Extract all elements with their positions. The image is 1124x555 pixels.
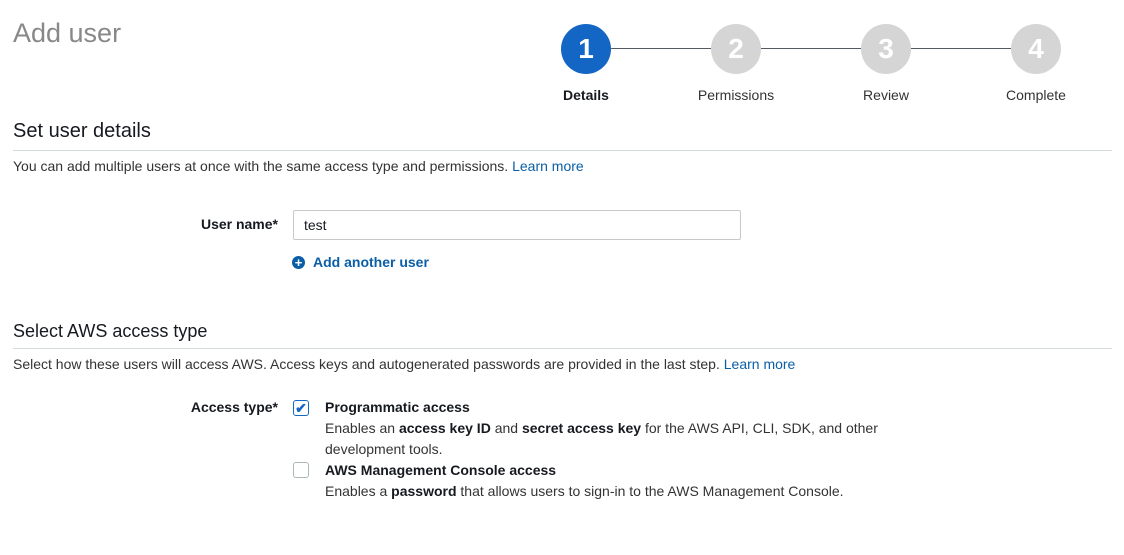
user-details-title: Set user details xyxy=(13,120,151,142)
step-2-label: Permissions xyxy=(697,87,775,103)
console-access-checkbox[interactable] xyxy=(293,462,309,478)
section-divider xyxy=(13,150,1112,151)
step-connector xyxy=(911,48,1011,49)
add-another-user-label: Add another user xyxy=(313,254,429,270)
access-type-title: Select AWS access type xyxy=(13,321,208,341)
desc-text: Enables a xyxy=(325,483,392,499)
user-name-input[interactable] xyxy=(293,210,741,240)
access-type-label: Access type* xyxy=(190,399,278,415)
desc-text: Enables an xyxy=(325,420,399,436)
access-type-description-text: Select how these users will access AWS. … xyxy=(13,356,720,372)
learn-more-link[interactable]: Learn more xyxy=(512,158,584,174)
user-details-description-text: You can add multiple users at once with … xyxy=(13,158,509,174)
step-1-label: Details xyxy=(563,87,609,103)
step-3-label: Review xyxy=(863,87,909,103)
checkmark-icon: ✔ xyxy=(295,400,307,416)
desc-bold: access key ID xyxy=(398,420,491,436)
step-3-circle: 3 xyxy=(861,24,911,74)
programmatic-access-description: Enables an access key ID and secret acce… xyxy=(325,418,915,460)
programmatic-access-checkbox[interactable]: ✔ xyxy=(293,400,309,416)
section-divider xyxy=(13,348,1112,349)
console-access-description: Enables a password that allows users to … xyxy=(325,481,1025,502)
programmatic-access-title: Programmatic access xyxy=(325,399,470,415)
step-2-circle: 2 xyxy=(711,24,761,74)
plus-circle-icon: + xyxy=(292,255,305,269)
step-4-label: Complete xyxy=(1006,87,1066,103)
desc-text: that allows users to sign-in to the AWS … xyxy=(456,483,844,499)
wizard-steps: 1 2 3 4 Details Permissions Review Compl… xyxy=(0,0,1124,110)
desc-text: and xyxy=(490,420,522,436)
desc-bold: password xyxy=(391,483,457,499)
user-name-label: User name* xyxy=(200,216,278,232)
user-details-description: You can add multiple users at once with … xyxy=(13,158,584,174)
access-type-description: Select how these users will access AWS. … xyxy=(13,356,795,372)
add-another-user-button[interactable]: + Add another user xyxy=(292,254,429,270)
step-connector xyxy=(611,48,711,49)
step-4-circle: 4 xyxy=(1011,24,1061,74)
console-access-title: AWS Management Console access xyxy=(325,462,557,478)
desc-bold: secret access key xyxy=(521,420,642,436)
learn-more-link[interactable]: Learn more xyxy=(724,356,796,372)
step-connector xyxy=(761,48,861,49)
step-1-circle[interactable]: 1 xyxy=(561,24,611,74)
